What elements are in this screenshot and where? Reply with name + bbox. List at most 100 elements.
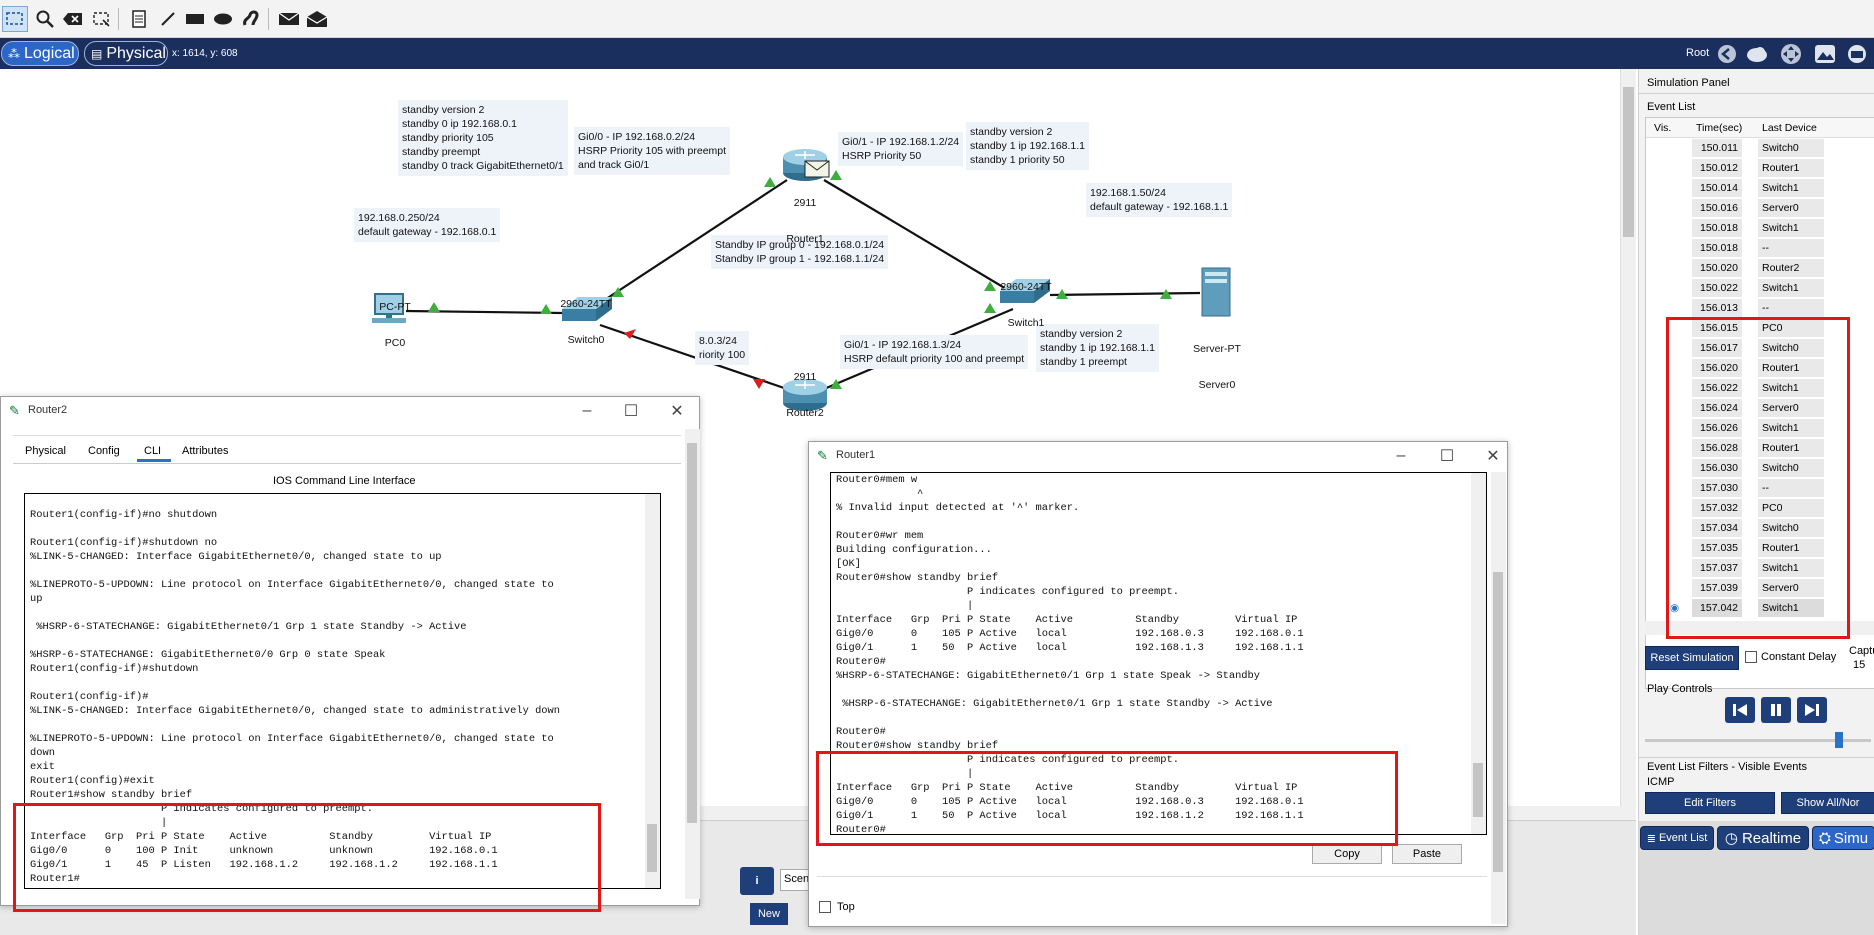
complex-pdu-icon[interactable]	[304, 6, 330, 32]
event-time: 150.018	[1700, 242, 1738, 254]
viewport-icon[interactable]	[1844, 42, 1870, 66]
event-list-mode-icon: ≣	[1646, 832, 1656, 845]
event-time: 150.014	[1700, 182, 1738, 194]
tab-physical[interactable]: Physical	[25, 445, 66, 457]
pause-icon[interactable]	[1761, 697, 1791, 723]
active-tab-indicator	[137, 459, 171, 462]
realtime-mode-button[interactable]: ◷ Realtime	[1717, 826, 1809, 850]
switch0-label[interactable]: 2960-24TT Switch0	[552, 274, 620, 370]
show-all-none-button[interactable]: Show All/Nor	[1781, 792, 1874, 814]
switch0-name: Switch0	[567, 334, 605, 346]
close-button[interactable]: ✕	[665, 401, 689, 421]
router2-cli-scrollbar[interactable]	[645, 494, 660, 888]
workspace-vertical-scrollbar[interactable]	[1620, 69, 1636, 819]
router1-model: 2911	[793, 197, 817, 209]
info-icon[interactable]: i	[740, 867, 774, 895]
switch1-label[interactable]: 2960-24TT Switch1	[992, 257, 1060, 353]
reset-simulation-button[interactable]: Reset Simulation	[1645, 646, 1739, 670]
note-server-ip: 192.168.1.50/24 default gateway - 192.16…	[1086, 183, 1233, 217]
simulation-mode-button[interactable]: ⛭ Simu	[1812, 826, 1874, 850]
top-checkbox-label: Top	[837, 901, 855, 913]
ellipse-icon[interactable]	[210, 6, 236, 32]
router2-window-scrollbar[interactable]	[685, 429, 700, 899]
zoom-icon[interactable]	[32, 6, 58, 32]
event-row[interactable]: 150.018 --	[1646, 238, 1874, 258]
event-list-title: Event List	[1647, 101, 1696, 113]
scenario-select[interactable]: Scen	[780, 869, 810, 891]
pc0-label[interactable]: PC-PT PC0	[370, 277, 420, 373]
router1-window-scrollbar[interactable]	[1491, 472, 1506, 924]
cluster-icon[interactable]	[1744, 42, 1770, 66]
event-row[interactable]: 150.011 Switch0	[1646, 138, 1874, 158]
event-row[interactable]: 150.020 Router2	[1646, 258, 1874, 278]
switch1-name: Switch1	[1007, 317, 1045, 329]
paste-button[interactable]: Paste	[1392, 844, 1462, 864]
server0-name: Server0	[1198, 379, 1236, 391]
event-row[interactable]: 150.012 Router1	[1646, 158, 1874, 178]
event-list-mode-label: Event List	[1658, 832, 1708, 844]
cursor-coordinates: x: 1614, y: 608	[172, 48, 238, 59]
physical-tab[interactable]: ▤ Physical	[84, 41, 168, 66]
event-list-mode-button[interactable]: ≣ Event List	[1640, 826, 1714, 850]
previous-step-icon[interactable]	[1725, 697, 1755, 723]
event-row[interactable]: 150.014 Switch1	[1646, 178, 1874, 198]
constant-delay-checkbox[interactable]	[1745, 651, 1757, 663]
server0-label[interactable]: Server-PT Server0	[1188, 319, 1246, 415]
move-object-icon[interactable]	[1778, 42, 1804, 66]
minimize-button[interactable]: –	[575, 401, 599, 421]
back-icon[interactable]	[1714, 42, 1740, 66]
router2-window-title: Router2	[28, 404, 68, 416]
router2-label[interactable]: 2911 Router2	[782, 347, 828, 443]
top-checkbox[interactable]	[819, 901, 831, 913]
tab-config[interactable]: Config	[88, 445, 120, 457]
select-icon[interactable]	[2, 6, 28, 32]
maximize-button[interactable]: ☐	[619, 401, 643, 421]
rectangle-icon[interactable]	[182, 6, 208, 32]
freeform-icon[interactable]	[238, 6, 264, 32]
play-controls-label: Play Controls	[1647, 683, 1713, 695]
event-time: 150.016	[1700, 202, 1738, 214]
simple-pdu-icon[interactable]	[276, 6, 302, 32]
resize-icon[interactable]	[88, 6, 114, 32]
note-router1-gi01: Gi0/1 - IP 192.168.1.2/24 HSRP Priority …	[838, 132, 964, 166]
link-switch1-server0	[1049, 291, 1201, 297]
copy-button[interactable]: Copy	[1312, 844, 1382, 864]
minimize-button[interactable]: –	[1389, 446, 1413, 466]
event-row[interactable]: 150.022 Switch1	[1646, 278, 1874, 298]
realtime-mode-label: Realtime	[1741, 829, 1802, 847]
event-last-device: Switch1	[1762, 282, 1799, 294]
logical-tab[interactable]: ⁂ Logical	[1, 41, 79, 66]
router1-cli-scrollbar[interactable]	[1471, 473, 1486, 834]
router2-titlebar[interactable]: ✎ Router2 – ☐ ✕	[1, 397, 699, 425]
close-button[interactable]: ✕	[1481, 446, 1505, 466]
note-router1-config: standby version 2 standby 0 ip 192.168.0…	[398, 100, 568, 176]
note-icon[interactable]	[126, 6, 152, 32]
next-step-icon[interactable]	[1797, 697, 1827, 723]
note-router1-gi00: Gi0/0 - IP 192.168.0.2/24 HSRP Priority …	[574, 127, 731, 175]
delete-icon[interactable]	[60, 6, 86, 32]
col-last-device: Last Device	[1762, 122, 1817, 134]
router1-titlebar[interactable]: ✎ Router1 – ☐ ✕	[809, 442, 1507, 470]
tab-cli[interactable]: CLI	[144, 445, 161, 457]
event-row[interactable]: 156.013 --	[1646, 298, 1874, 318]
view-bar: ⁂ Logical ▤ Physical x: 1614, y: 608 Roo…	[0, 38, 1874, 69]
new-scenario-button[interactable]: New	[750, 903, 788, 925]
play-speed-slider[interactable]	[1835, 732, 1843, 748]
maximize-button[interactable]: ☐	[1435, 446, 1459, 466]
edit-filters-button[interactable]: Edit Filters	[1645, 792, 1775, 814]
pc0-name: PC0	[384, 337, 406, 349]
note-pc-ip: 192.168.0.250/24 default gateway - 192.1…	[354, 208, 501, 242]
note-router1-group1: standby version 2 standby 1 ip 192.168.1…	[966, 122, 1090, 170]
event-row[interactable]: 150.016 Server0	[1646, 198, 1874, 218]
packet-tracer-icon: ✎	[9, 403, 20, 418]
set-tiled-background-icon[interactable]	[1812, 42, 1838, 66]
router2-model: 2911	[793, 371, 817, 383]
event-last-device: Router1	[1762, 162, 1800, 174]
router1-label[interactable]: 2911 Router1	[785, 173, 825, 269]
tab-attributes[interactable]: Attributes	[182, 445, 228, 457]
event-row[interactable]: 150.018 Switch1	[1646, 218, 1874, 238]
pc0-model: PC-PT	[379, 301, 411, 313]
line-icon[interactable]	[155, 6, 181, 32]
event-last-device: Switch1	[1762, 222, 1799, 234]
capture-value: 15	[1853, 659, 1866, 671]
